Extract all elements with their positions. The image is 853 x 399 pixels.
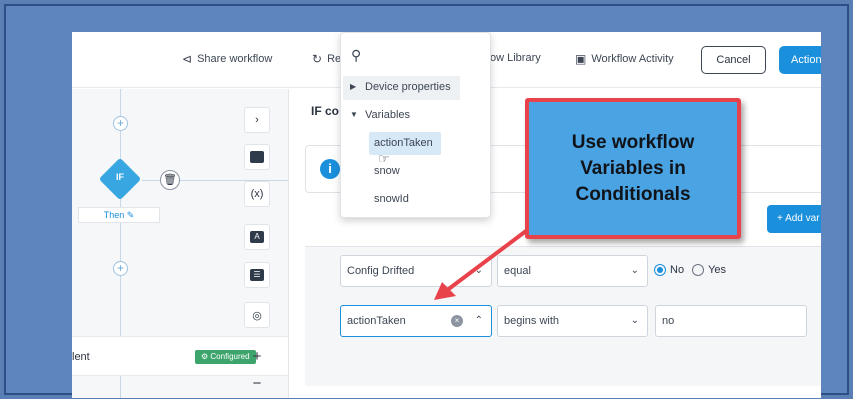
- chevron-up-icon: ⌃: [474, 315, 483, 326]
- hand-cursor-icon: ☞: [378, 151, 390, 166]
- condition1-operator-value: equal: [504, 265, 531, 277]
- search-icon[interactable]: ⚲: [351, 47, 361, 64]
- condition2-field-value: actionTaken: [347, 315, 406, 327]
- panel-title: IF co: [311, 104, 340, 118]
- clear-icon[interactable]: ×: [451, 315, 463, 327]
- chevron-down-icon: ⌄: [630, 315, 639, 326]
- condition2-operator-select[interactable]: begins with ⌄: [497, 305, 648, 337]
- action-button[interactable]: Action: [779, 46, 821, 74]
- dropdown-item-snowid[interactable]: snowId: [374, 193, 409, 205]
- node-title: lent: [72, 351, 90, 363]
- variables-icon: (x): [250, 188, 264, 200]
- condition1-operator-select[interactable]: equal ⌄: [497, 255, 648, 287]
- target-icon: ◎: [252, 309, 262, 322]
- info-icon: i: [320, 159, 340, 179]
- pencil-icon: ✎: [126, 210, 135, 220]
- refresh-button[interactable]: ↻ Re: [312, 52, 341, 66]
- callout-box: Use workflow Variables in Conditionals: [525, 98, 741, 239]
- share-icon: ⊲: [182, 52, 193, 66]
- zoom-in-button[interactable]: +: [244, 343, 270, 369]
- condition1-field-value: Config Drifted: [347, 265, 415, 277]
- if-node-label: IF: [116, 172, 124, 182]
- caret-down-icon: ▼: [350, 110, 358, 119]
- dropdown-item-actiontaken[interactable]: actionTaken: [374, 137, 433, 149]
- slide-frame: ⊲ Share workflow ↻ Re ow Library ▣ Workf…: [4, 4, 849, 398]
- minus-icon: −: [252, 374, 262, 392]
- note-icon: ☰: [250, 269, 264, 281]
- add-variable-button[interactable]: + Add var: [767, 205, 821, 233]
- workflow-activity-label: Workflow Activity: [591, 53, 674, 65]
- condition1-value-radios: No Yes: [654, 264, 726, 276]
- workflow-library-button[interactable]: ow Library: [490, 52, 541, 64]
- chat-icon: [250, 151, 264, 163]
- refresh-icon: ↻: [312, 52, 323, 66]
- device-properties-label: Device properties: [365, 81, 451, 93]
- callout-text: Use workflow Variables in Conditionals: [571, 131, 695, 205]
- condition2-value-input[interactable]: no: [655, 305, 807, 337]
- trash-icon[interactable]: 🗑: [160, 170, 180, 190]
- text-tool-button[interactable]: A: [244, 224, 270, 250]
- condition2-value-text: no: [662, 315, 675, 327]
- add-step-icon[interactable]: +: [113, 116, 128, 131]
- chevron-down-icon: ⌄: [474, 265, 483, 276]
- monitor-icon: ▣: [575, 52, 587, 66]
- condition1-field-select[interactable]: Config Drifted ⌄: [340, 255, 492, 287]
- workflow-activity-button[interactable]: ▣ Workflow Activity: [575, 52, 674, 66]
- text-icon: A: [250, 231, 264, 243]
- comment-tool-button[interactable]: [244, 144, 270, 170]
- chevron-right-icon: ›: [255, 114, 259, 126]
- radio-yes[interactable]: [692, 264, 705, 276]
- radio-yes-label: Yes: [708, 264, 727, 276]
- expand-panel-button[interactable]: ›: [244, 107, 270, 133]
- add-step-icon[interactable]: +: [113, 261, 128, 276]
- field-dropdown-menu: ⚲ ▶ Device properties ▼ Variables action…: [340, 32, 491, 218]
- share-workflow-label: Share workflow: [197, 53, 273, 65]
- zoom-out-button[interactable]: −: [244, 370, 270, 396]
- chevron-down-icon: ⌄: [630, 265, 639, 276]
- caret-right-icon: ▶: [350, 82, 357, 91]
- variables-tool-button[interactable]: (x): [244, 181, 270, 207]
- cancel-button[interactable]: Cancel: [701, 46, 766, 74]
- share-workflow-button[interactable]: ⊲ Share workflow: [182, 52, 272, 66]
- note-tool-button[interactable]: ☰: [244, 262, 270, 288]
- then-branch-label[interactable]: Then ✎: [78, 207, 160, 223]
- radio-no[interactable]: [654, 264, 666, 276]
- then-label: Then: [103, 210, 125, 220]
- condition2-operator-value: begins with: [504, 315, 560, 327]
- condition2-field-select[interactable]: actionTaken × ⌃: [340, 305, 492, 337]
- workflow-library-label: ow Library: [490, 52, 541, 64]
- variables-group-label: Variables: [365, 109, 411, 121]
- plus-icon: +: [252, 347, 262, 365]
- recenter-button[interactable]: ◎: [244, 302, 270, 328]
- radio-no-label: No: [670, 264, 685, 276]
